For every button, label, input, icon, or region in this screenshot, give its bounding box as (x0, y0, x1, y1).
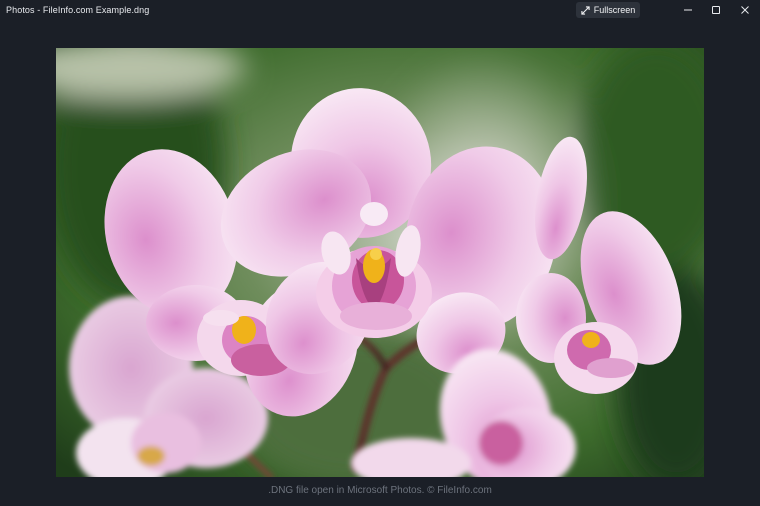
close-button[interactable] (731, 0, 759, 20)
window-title: Photos - FileInfo.com Example.dng (6, 5, 150, 15)
fullscreen-label: Fullscreen (593, 5, 636, 15)
maximize-button[interactable] (702, 0, 730, 20)
photo-caption: .DNG file open in Microsoft Photos. © Fi… (268, 485, 492, 496)
photo-viewer[interactable] (56, 48, 704, 477)
orchid-photo (56, 48, 704, 477)
maximize-icon (711, 5, 721, 15)
title-bar[interactable]: Photos - FileInfo.com Example.dng Fullsc… (0, 0, 760, 22)
photos-app-window: Photos - FileInfo.com Example.dng Fullsc… (0, 0, 760, 506)
minimize-icon (683, 5, 693, 15)
expand-arrows-icon (581, 5, 590, 15)
fullscreen-button[interactable]: Fullscreen (576, 2, 640, 18)
minimize-button[interactable] (674, 0, 702, 20)
close-icon (740, 5, 750, 15)
